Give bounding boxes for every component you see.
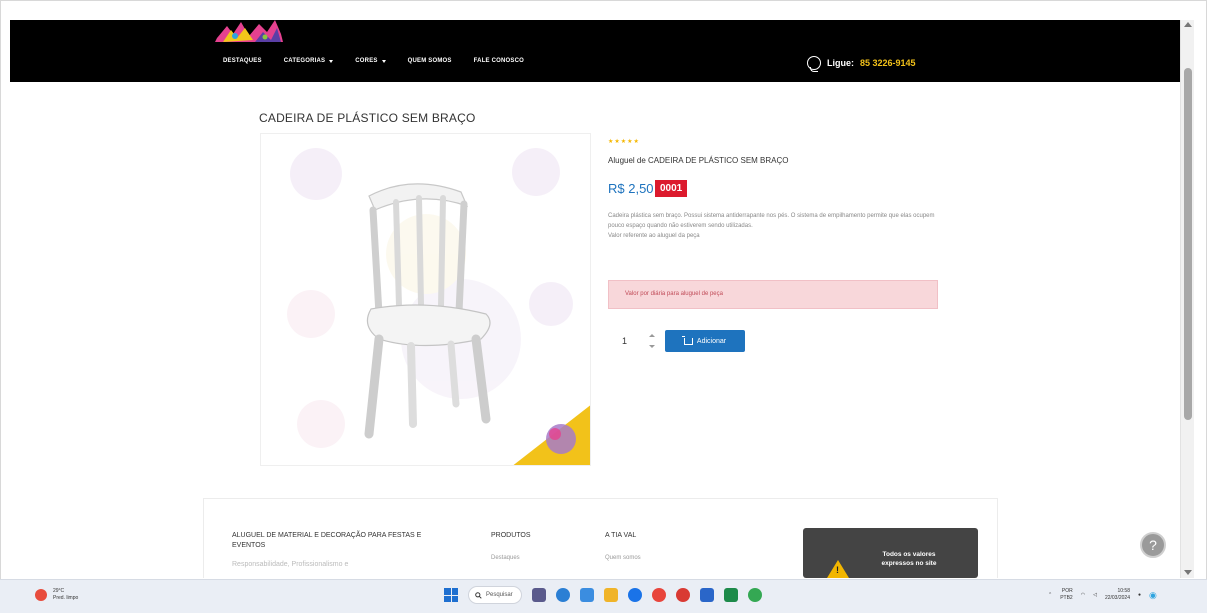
- taskbar-search[interactable]: Pesquisar: [468, 586, 522, 604]
- nav-label: DESTAQUES: [223, 58, 262, 64]
- footer-heading: PRODUTOS: [491, 532, 531, 539]
- search-icon: [475, 591, 482, 599]
- phone-prefix: Ligue:: [827, 58, 854, 68]
- phone-contact[interactable]: Ligue: 85 3226-9145: [807, 56, 916, 72]
- page-title: CADEIRA DE PLÁSTICO SEM BRAÇO: [259, 111, 476, 125]
- clock[interactable]: 10:58 22/03/2024: [1105, 588, 1130, 602]
- footer-col-tia-val: A TIA VAL Quem somos: [605, 531, 641, 561]
- toast-text: Todos os valores expressos no site: [881, 551, 937, 567]
- product-description: Cadeira plástica sem braço. Possui siste…: [608, 211, 948, 241]
- tray-chevron-up-icon[interactable]: ⌃: [1048, 592, 1052, 598]
- nav-categorias[interactable]: CATEGORIAS: [284, 58, 334, 64]
- weather-desc: Pred. limpo: [53, 595, 79, 601]
- wifi-icon[interactable]: ◠: [1081, 592, 1085, 598]
- site-logo[interactable]: [215, 20, 285, 42]
- chevron-down-icon[interactable]: [649, 345, 655, 348]
- warning-icon: !: [827, 560, 849, 578]
- nav-label: CORES: [355, 58, 378, 64]
- lang-1: POR: [1061, 588, 1073, 594]
- app-copilot-icon[interactable]: [556, 588, 570, 602]
- app-gallery-icon[interactable]: [532, 588, 546, 602]
- chrome-browser-icon[interactable]: [652, 588, 666, 602]
- taskbar-apps: Pesquisar: [444, 586, 762, 604]
- help-button[interactable]: ?: [1140, 532, 1166, 558]
- weather-widget[interactable]: 29°C Pred. limpo: [35, 588, 78, 602]
- footer-link-destaques[interactable]: Destaques: [491, 555, 531, 561]
- chevron-up-icon[interactable]: [649, 334, 655, 337]
- scroll-up-icon[interactable]: [1184, 22, 1192, 27]
- product-image[interactable]: [260, 133, 591, 466]
- clock-date: 22/03/2024: [1104, 595, 1130, 601]
- language-indicator[interactable]: POR PTB2: [1060, 588, 1073, 602]
- rental-alert: Valor por diária para aluguel de peça: [608, 280, 938, 309]
- notification-bell-icon[interactable]: ●: [1138, 592, 1141, 598]
- add-to-cart-button[interactable]: Adicionar: [665, 330, 745, 352]
- scroll-down-icon[interactable]: [1184, 570, 1192, 575]
- quantity-stepper[interactable]: 1: [610, 330, 660, 352]
- app-store-icon[interactable]: [580, 588, 594, 602]
- windows-taskbar: 29°C Pred. limpo Pesquisar ⌃ POR PTB2 ◠ …: [0, 579, 1207, 613]
- app-calculator-icon[interactable]: [700, 588, 714, 602]
- nav-fale-conosco[interactable]: FALE CONOSCO: [474, 58, 524, 64]
- add-button-label: Adicionar: [696, 337, 727, 345]
- chevron-down-icon: [381, 59, 386, 63]
- footer-text: Responsabilidade, Profissionalismo e: [232, 561, 349, 568]
- file-explorer-icon[interactable]: [604, 588, 618, 602]
- lang-2: PTB2: [1060, 595, 1073, 601]
- quantity-spinner[interactable]: [648, 333, 656, 349]
- nav-quem-somos[interactable]: QUEM SOMOS: [408, 58, 452, 64]
- web-page: DESTAQUES CATEGORIAS CORES QUEM SOMOS FA…: [10, 20, 1180, 578]
- cart-icon: [681, 335, 693, 345]
- edge-browser-icon[interactable]: [628, 588, 642, 602]
- chrome-active-icon[interactable]: [748, 588, 762, 602]
- clock-time: 10:58: [1117, 588, 1130, 594]
- nav-destaques[interactable]: DESTAQUES: [223, 58, 262, 64]
- description-note: Valor referente ao aluguel da peça: [608, 233, 700, 239]
- chair-image: [287, 148, 590, 465]
- weather-text: 29°C Pred. limpo: [53, 588, 78, 602]
- headset-icon: [807, 56, 821, 72]
- notice-toast: ! Todos os valores expressos no site: [803, 528, 978, 578]
- footer-heading: A TIA VAL: [605, 532, 637, 539]
- footer-heading: ALUGUEL DE MATERIAL E DECORAÇÃO PARA FES…: [232, 532, 422, 549]
- chevron-down-icon: [329, 59, 334, 63]
- site-header: DESTAQUES CATEGORIAS CORES QUEM SOMOS FA…: [10, 20, 1180, 82]
- footer-col-produtos: PRODUTOS Destaques: [491, 531, 531, 561]
- product-code-badge: 0001: [655, 180, 688, 197]
- phone-number: 85 3226-9145: [860, 58, 916, 68]
- description-text: Cadeira plástica sem braço. Possui siste…: [608, 213, 935, 229]
- nav-label: QUEM SOMOS: [407, 58, 452, 64]
- nav-label: FALE CONOSCO: [473, 58, 525, 64]
- nav-cores[interactable]: CORES: [355, 58, 386, 64]
- rating-stars: ★★★★★: [608, 139, 640, 145]
- windows-start-icon[interactable]: [444, 588, 458, 602]
- system-tray: ⌃ POR PTB2 ◠ ◁ 10:58 22/03/2024 ● ◉: [1048, 588, 1157, 602]
- copilot-tray-icon[interactable]: ◉: [1149, 590, 1157, 601]
- nav-label: CATEGORIAS: [283, 58, 326, 64]
- search-placeholder: Pesquisar: [486, 592, 513, 598]
- app-red-icon[interactable]: [676, 588, 690, 602]
- scroll-thumb[interactable]: [1184, 68, 1192, 420]
- volume-icon[interactable]: ◁: [1093, 592, 1097, 598]
- weather-icon: [35, 589, 47, 601]
- page-scrollbar[interactable]: [1180, 20, 1194, 578]
- product-price: R$ 2,50: [608, 181, 654, 196]
- quantity-value[interactable]: 1: [622, 336, 627, 346]
- product-subtitle: Aluguel de CADEIRA DE PLÁSTICO SEM BRAÇO: [608, 156, 789, 165]
- footer-col-about: ALUGUEL DE MATERIAL E DECORAÇÃO PARA FES…: [232, 531, 422, 568]
- excel-icon[interactable]: [724, 588, 738, 602]
- weather-temp: 29°C: [53, 588, 65, 594]
- footer-link-quem-somos[interactable]: Quem somos: [605, 555, 641, 561]
- main-nav: DESTAQUES CATEGORIAS CORES QUEM SOMOS FA…: [223, 58, 546, 64]
